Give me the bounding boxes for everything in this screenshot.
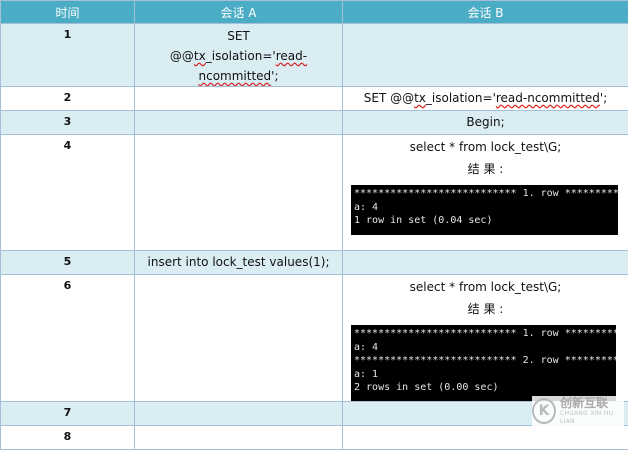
session-b-cell: select * from lock_test\G; 结 果 : *******… [343,275,628,402]
header-row: 时间 会话 A 会话 B [1,1,628,24]
watermark-text: 创新互联 [560,396,624,410]
statement-line: select * from lock_test\G; [343,135,628,157]
table-row: 8 [1,426,628,450]
session-b-cell: SET @@tx_isolation='read-ncommitted'; [343,87,628,111]
session-a-cell: insert into lock_test values(1); [135,251,343,275]
time-cell: 3 [1,111,135,135]
session-a-cell [135,426,343,450]
table-row: 2 SET @@tx_isolation='read-ncommitted'; [1,87,628,111]
session-a-cell [135,111,343,135]
header-session-a: 会话 A [135,1,343,24]
header-time: 时间 [1,1,135,24]
session-a-cell [135,135,343,251]
brand-logo-icon: K [532,398,556,424]
time-cell: 2 [1,87,135,111]
result-label: 结 果 : [343,157,628,179]
session-b-cell [343,251,628,275]
watermark-subtext: CHUANG XIN HU LIAN [560,410,624,426]
statement-line: insert into lock_test values(1); [135,251,342,272]
time-cell: 5 [1,251,135,275]
watermark-logo: K 创新互联 CHUANG XIN HU LIAN [532,396,624,426]
session-b-cell [343,24,628,87]
statement-part: tx [414,91,426,105]
time-cell: 7 [1,402,135,426]
statement-part: read-ncommitted [496,91,600,105]
statement-part: '; [271,69,278,83]
table-row: 3 Begin; [1,111,628,135]
statement-line: select * from lock_test\G; [343,275,628,297]
session-a-cell [135,87,343,111]
terminal-output: *************************** 1. row *****… [351,325,616,401]
session-a-cell [135,402,343,426]
time-cell: 4 [1,135,135,251]
session-a-cell [135,275,343,402]
time-cell: 6 [1,275,135,402]
statement-part: SET @@ [364,91,414,105]
terminal-output: *************************** 1. row *****… [351,185,618,235]
session-b-cell: Begin; [343,111,628,135]
table-row: 1 SET @@tx_isolation='read-ncommitted'; [1,24,628,87]
statement-part: _isolation=' [426,91,496,105]
session-b-cell: select * from lock_test\G; 结 果 : *******… [343,135,628,251]
transaction-table: 时间 会话 A 会话 B 1 SET @@tx_isolation='read-… [0,0,628,450]
statement-part: _isolation=' [206,49,276,63]
statement-line: Begin; [343,111,628,132]
table-row: 5 insert into lock_test values(1); [1,251,628,275]
statement-line: SET [227,29,250,43]
table-row: 4 select * from lock_test\G; 结 果 : *****… [1,135,628,251]
time-cell: 1 [1,24,135,87]
table-row: 6 select * from lock_test\G; 结 果 : *****… [1,275,628,402]
session-a-cell: SET @@tx_isolation='read-ncommitted'; [135,24,343,87]
statement-part: tx [194,49,206,63]
time-cell: 8 [1,426,135,450]
statement-part: '; [600,91,607,105]
result-label: 结 果 : [343,297,628,319]
statement-part: @@ [170,49,194,63]
header-session-b: 会话 B [343,1,628,24]
session-b-cell [343,426,628,450]
